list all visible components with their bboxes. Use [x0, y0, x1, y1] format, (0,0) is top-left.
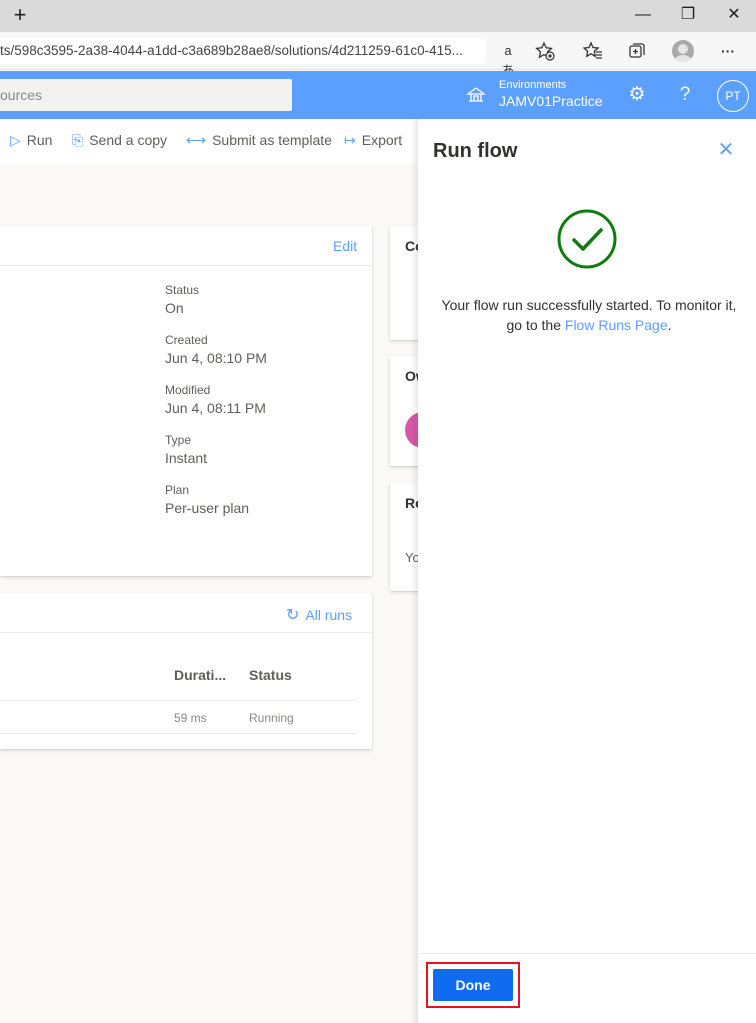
environment-icon[interactable] [466, 85, 486, 105]
done-button[interactable]: Done [433, 969, 513, 1001]
copy-icon: ⎘ [72, 132, 84, 148]
footer-divider [418, 953, 756, 954]
status-value: On [165, 300, 184, 316]
close-icon[interactable]: ✕ [714, 139, 738, 163]
run-label: Run [26, 132, 53, 148]
table-header-divider [0, 700, 356, 701]
submit-template-command[interactable]: ⟷ Submit as template [186, 132, 332, 149]
card-divider [0, 265, 372, 266]
export-label: Export [361, 132, 403, 148]
favorites-icon[interactable] [582, 41, 603, 61]
app-header: ources Environments JAMV01Practice ⚙ ? P… [0, 71, 756, 119]
flow-runs-page-link[interactable]: Flow Runs Page [565, 317, 668, 333]
browser-tabstrip: + — ❐ ✕ [0, 0, 756, 32]
environment-label: Environments [499, 79, 567, 91]
run-icon: ▷ [10, 132, 21, 148]
close-window-button[interactable]: ✕ [722, 4, 746, 26]
success-message: Your flow run successfully started. To m… [432, 295, 746, 335]
type-label: Type [165, 433, 192, 447]
send-copy-label: Send a copy [89, 132, 168, 148]
export-command[interactable]: ↦ Export [344, 132, 402, 149]
duration-column-header[interactable]: Durati... [174, 667, 226, 683]
created-value: Jun 4, 08:10 PM [165, 350, 267, 366]
run-duration: 59 ms [174, 711, 207, 725]
refresh-icon: ↻ [286, 607, 300, 624]
edit-link[interactable]: Edit [333, 238, 357, 254]
settings-icon[interactable]: ⚙ [625, 83, 649, 107]
submit-template-label: Submit as template [212, 132, 332, 148]
restore-button[interactable]: ❐ [676, 4, 700, 26]
template-icon: ⟷ [186, 132, 207, 148]
help-icon[interactable]: ? [673, 83, 697, 107]
all-runs-label: All runs [305, 607, 353, 623]
collections-icon[interactable] [627, 41, 647, 61]
panel-shadow [410, 119, 418, 1023]
type-value: Instant [165, 450, 208, 466]
success-check-icon [557, 209, 617, 269]
modified-value: Jun 4, 08:11 PM [165, 400, 266, 416]
plan-value: Per-user plan [165, 500, 250, 516]
user-avatar[interactable]: PT [717, 80, 749, 112]
panel-title: Run flow [433, 140, 518, 162]
profile-avatar-icon[interactable] [672, 40, 694, 62]
all-runs-link[interactable]: ↻ All runs [286, 605, 352, 625]
run-status: Running [249, 711, 294, 725]
status-column-header[interactable]: Status [249, 667, 292, 683]
export-icon: ↦ [344, 132, 356, 148]
details-card: Edit Status On Created Jun 4, 08:10 PM M… [0, 226, 372, 576]
modified-label: Modified [165, 383, 211, 397]
plan-label: Plan [165, 483, 190, 497]
run-command[interactable]: ▷ Run [10, 132, 52, 149]
status-label: Status [165, 283, 200, 297]
run-flow-panel: Run flow ✕ Your flow run successfully st… [418, 119, 756, 1023]
message-end: . [667, 317, 672, 333]
command-bar: ▷ Run ⎘ Send a copy ⟷ Submit as template ↦ E… [0, 119, 420, 163]
search-input[interactable]: ources [0, 79, 292, 111]
add-favorite-icon[interactable] [535, 41, 555, 61]
new-tab-button[interactable]: + [8, 4, 32, 28]
table-row-divider [0, 733, 356, 734]
card-divider [0, 632, 372, 633]
minimize-button[interactable]: — [631, 4, 655, 26]
created-label: Created [165, 333, 208, 347]
send-copy-command[interactable]: ⎘ Send a copy [72, 132, 167, 149]
environment-name[interactable]: JAMV01Practice [499, 93, 602, 109]
url-field[interactable]: ts/598c3595-2a38-4044-a1dd-c3a689b28ae8/… [0, 38, 486, 64]
address-bar: ts/598c3595-2a38-4044-a1dd-c3a689b28ae8/… [0, 32, 756, 78]
runs-card: ↻ All runs Durati... Status 59 ms Running [0, 593, 372, 749]
more-icon[interactable]: ··· [718, 41, 738, 61]
read-aloud-icon[interactable]: aあ [498, 41, 518, 78]
